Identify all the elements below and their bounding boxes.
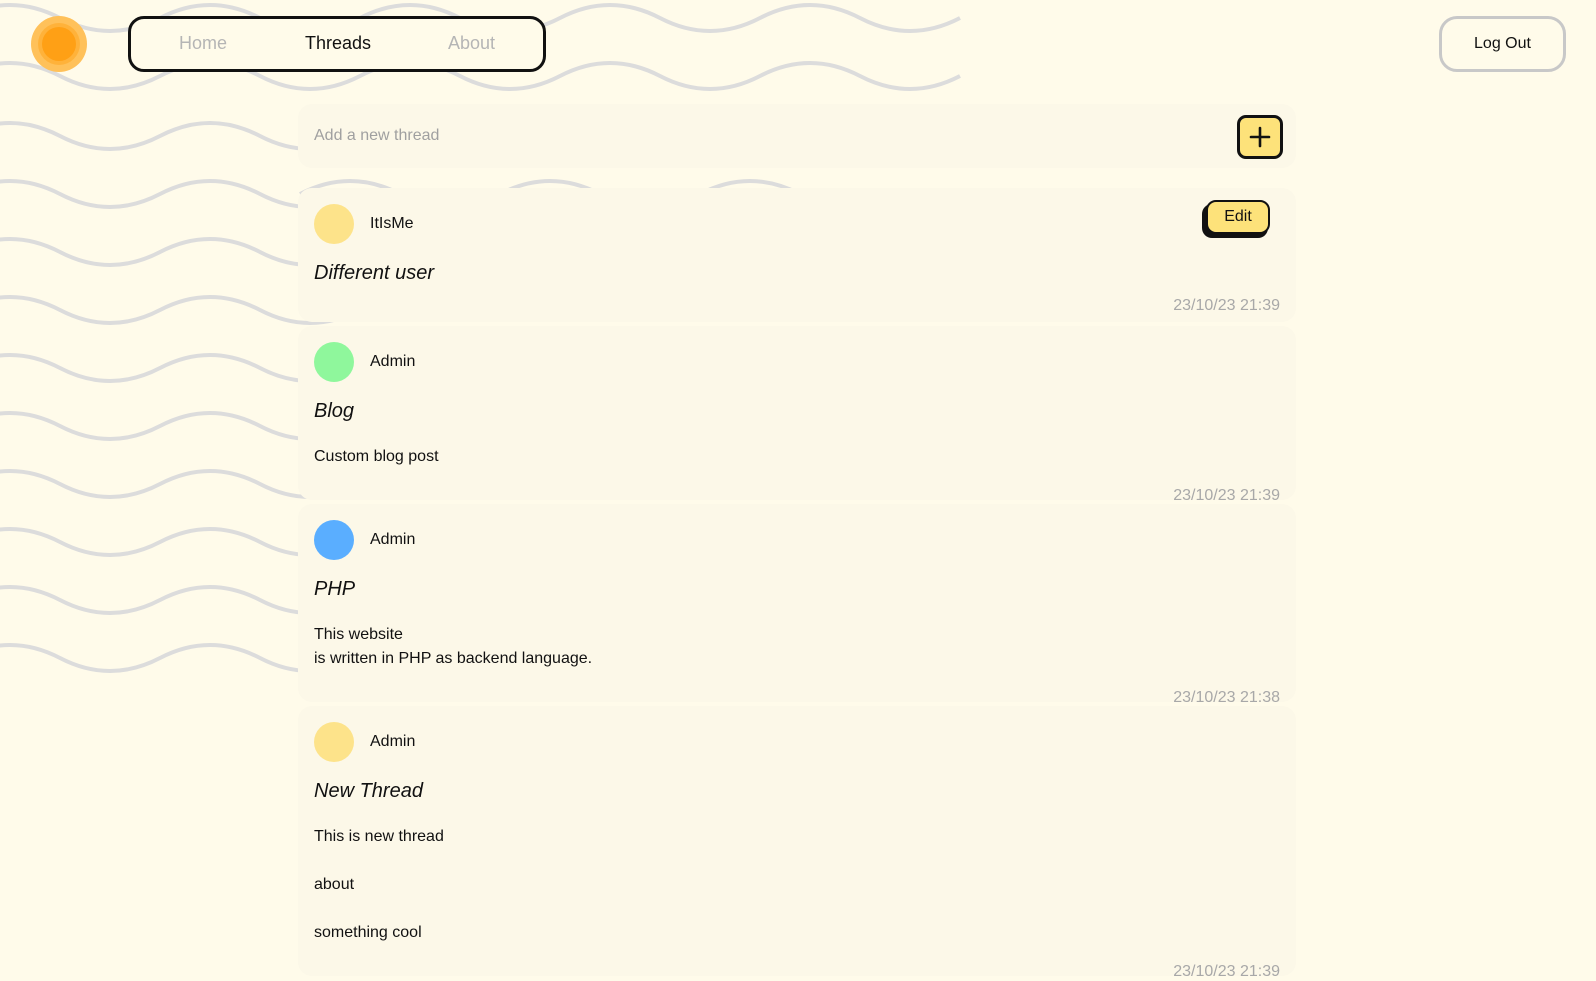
thread-card: ItIsMe Different user 23/10/23 21:39 Edi…: [298, 188, 1296, 322]
logout-button[interactable]: Log Out: [1439, 16, 1566, 72]
thread-title: Different user: [314, 262, 435, 284]
thread-body-line: is written in PHP as backend language.: [314, 650, 593, 667]
nav-item-threads[interactable]: Threads: [305, 33, 371, 54]
thread-body-line: something cool: [314, 924, 422, 941]
plus-icon: [1249, 126, 1271, 148]
new-thread-input[interactable]: Add a new thread: [314, 127, 439, 145]
thread-body: This website is written in PHP as backen…: [314, 623, 1280, 671]
edit-button-wrap: Edit: [1202, 200, 1272, 238]
logo-sun-icon[interactable]: [31, 16, 87, 72]
main-nav: Home Threads About: [128, 16, 546, 72]
avatar: [314, 722, 354, 762]
thread-body-line: about: [314, 876, 355, 893]
thread-body-line: This website: [314, 626, 403, 643]
thread-card: Admin PHP This website is written in PHP…: [298, 504, 1296, 706]
avatar: [314, 520, 354, 560]
avatar: [314, 204, 354, 244]
thread-author: Admin: [370, 353, 416, 370]
new-thread-bar: Add a new thread: [298, 104, 1296, 168]
thread-body: This is new thread about something cool: [314, 825, 1280, 945]
thread-body: Custom blog post: [314, 445, 1280, 469]
nav-item-about[interactable]: About: [448, 33, 495, 54]
thread-author: Admin: [370, 733, 416, 750]
thread-timestamp: 23/10/23 21:39: [1173, 487, 1280, 504]
thread-title: PHP: [314, 578, 356, 600]
thread-body-line: This is new thread: [314, 828, 444, 845]
thread-card: Admin New Thread This is new thread abou…: [298, 706, 1296, 980]
thread-timestamp: 23/10/23 21:39: [1173, 963, 1280, 980]
logo-sun-core: [42, 27, 76, 61]
thread-timestamp: 23/10/23 21:39: [1173, 297, 1280, 314]
thread-author: Admin: [370, 531, 416, 548]
edit-button[interactable]: Edit: [1206, 200, 1270, 234]
thread-body-line: Custom blog post: [314, 448, 439, 465]
thread-timestamp: 23/10/23 21:38: [1173, 689, 1280, 706]
thread-author: ItIsMe: [370, 215, 414, 232]
thread-card: Admin Blog Custom blog post 23/10/23 21:…: [298, 326, 1296, 504]
avatar: [314, 342, 354, 382]
thread-title: New Thread: [314, 780, 423, 802]
nav-item-home[interactable]: Home: [179, 33, 227, 54]
add-thread-button[interactable]: [1237, 115, 1283, 159]
thread-title: Blog: [314, 400, 355, 422]
thread-list: ItIsMe Different user 23/10/23 21:39 Edi…: [298, 188, 1296, 980]
